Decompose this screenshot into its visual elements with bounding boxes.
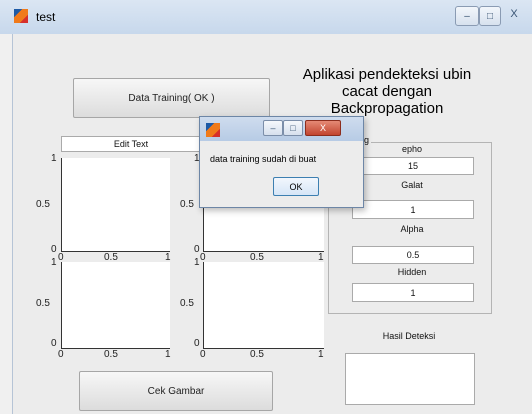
- matlab-logo-icon: [14, 9, 28, 23]
- minimize-button[interactable]: –: [455, 6, 479, 26]
- window-title: test: [36, 10, 56, 24]
- y-tick-label: 0: [51, 338, 57, 349]
- hidden-label: Hidden: [397, 267, 427, 277]
- y-tick-label: 0.5: [180, 298, 194, 309]
- app-title: Aplikasi pendekteksi ubin cacat dengan B…: [302, 66, 472, 117]
- title-bar[interactable]: test – □ X: [0, 0, 532, 34]
- epho-input[interactable]: 15: [352, 157, 474, 175]
- axes-top-left: [61, 158, 170, 252]
- epho-label: epho: [401, 144, 423, 154]
- close-button[interactable]: X: [504, 8, 524, 24]
- ok-button[interactable]: OK: [273, 177, 319, 196]
- matlab-logo-icon: [206, 123, 220, 137]
- dialog-close-button[interactable]: X: [305, 120, 341, 136]
- message-dialog: – □ X data training sudah di buat OK: [199, 116, 364, 208]
- y-tick-label: 1: [194, 257, 200, 268]
- data-training-button[interactable]: Data Training( OK ): [73, 78, 270, 118]
- axes-bottom-left: [61, 262, 170, 349]
- maximize-button[interactable]: □: [479, 6, 501, 26]
- dialog-maximize-button[interactable]: □: [283, 120, 303, 136]
- y-tick-label: 1: [51, 153, 57, 164]
- y-tick-label: 0.5: [36, 199, 50, 210]
- cek-gambar-button[interactable]: Cek Gambar: [79, 371, 273, 411]
- hasil-deteksi-label: Hasil Deteksi: [382, 331, 436, 341]
- galat-input[interactable]: 1: [352, 200, 474, 219]
- x-tick-label: 0.5: [104, 349, 118, 360]
- y-tick-label: 1: [51, 257, 57, 268]
- y-tick-label: 0: [194, 244, 200, 255]
- dialog-message: data training sudah di buat: [210, 154, 317, 164]
- hasil-deteksi-output: [345, 353, 475, 405]
- x-tick-label: 0: [200, 349, 206, 360]
- y-tick-label: 0: [194, 338, 200, 349]
- axes-bottom-right: [203, 262, 324, 349]
- y-tick-label: 0: [51, 244, 57, 255]
- x-tick-label: 0: [58, 349, 64, 360]
- y-tick-label: 0.5: [36, 298, 50, 309]
- x-tick-label: 1: [165, 349, 171, 360]
- x-tick-label: 1: [318, 349, 324, 360]
- y-tick-label: 0.5: [180, 199, 194, 210]
- edit-text-field[interactable]: Edit Text: [61, 136, 201, 152]
- dialog-minimize-button[interactable]: –: [263, 120, 283, 136]
- alpha-input[interactable]: 0.5: [352, 246, 474, 264]
- dialog-title-bar[interactable]: – □ X: [200, 117, 363, 141]
- alpha-label: Alpha: [400, 224, 424, 234]
- x-tick-label: 0.5: [250, 349, 264, 360]
- galat-label: Galat: [401, 180, 423, 190]
- hidden-input[interactable]: 1: [352, 283, 474, 302]
